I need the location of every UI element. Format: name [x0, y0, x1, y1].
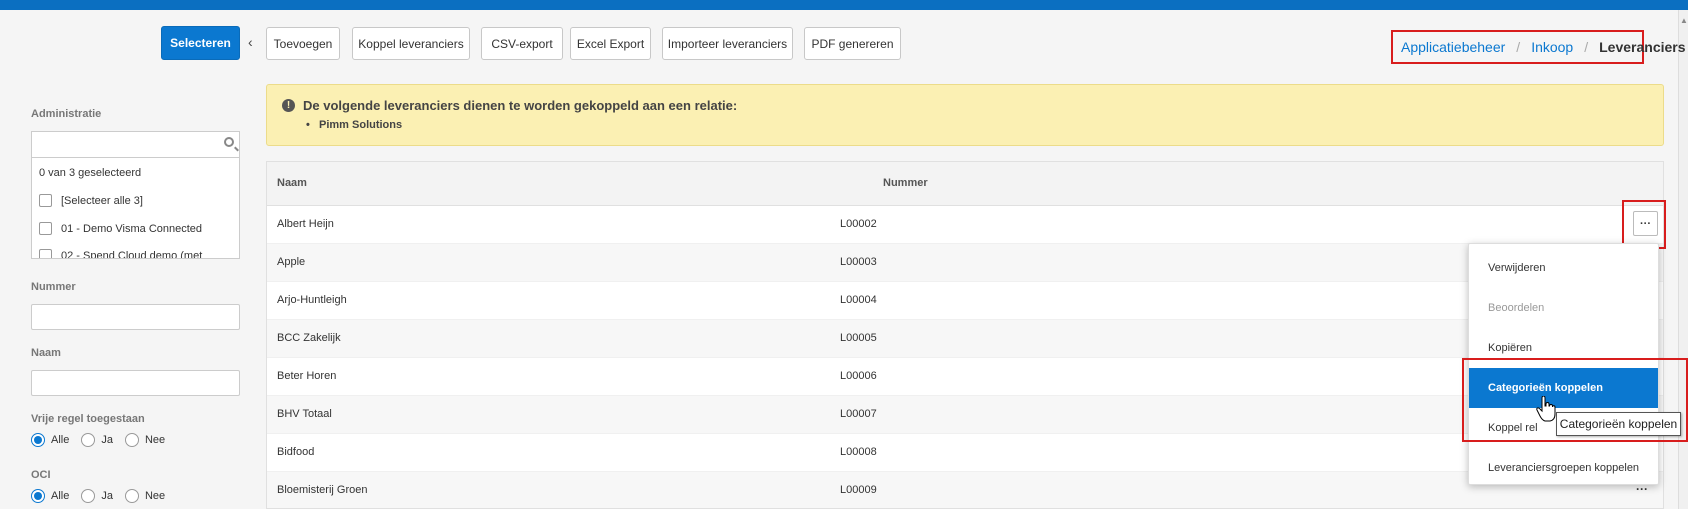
scroll-up-icon[interactable]: ▲ — [1680, 16, 1688, 25]
column-header-nummer[interactable]: Nummer — [883, 177, 928, 189]
breadcrumb: Applicatiebeheer / Inkoop / Leveranciers — [1391, 30, 1686, 64]
tooltip: Categorieën koppelen — [1556, 412, 1681, 436]
radio-button[interactable] — [81, 433, 96, 447]
table-row[interactable]: Albert Heijn L00002 — [267, 206, 1663, 244]
naam-label: Naam — [31, 347, 61, 359]
cell-naam: Bidfood — [277, 446, 315, 458]
column-header-naam[interactable]: Naam — [277, 177, 307, 189]
radio-label: Nee — [144, 434, 166, 446]
table-row[interactable]: Arjo-Huntleigh L00004 — [267, 282, 1663, 320]
pdf-generate-button[interactable]: PDF genereren — [804, 27, 901, 60]
suppliers-table: Naam Nummer Albert Heijn L00002 Apple L0000… — [266, 161, 1664, 509]
cell-naam: Apple — [277, 256, 306, 268]
alert-title: De volgende leveranciers dienen te worde… — [303, 98, 738, 113]
breadcrumb-separator: / — [1516, 39, 1521, 55]
table-row[interactable]: Bidfood L00008 — [267, 434, 1663, 472]
top-bar — [0, 0, 1688, 10]
exclamation-circle-icon: ! — [282, 99, 295, 112]
administratie-count: 0 van 3 geselecteerd — [39, 167, 142, 179]
csv-export-button[interactable]: CSV-export — [481, 27, 563, 60]
radio-ja[interactable]: Ja — [81, 489, 113, 503]
vrije-regel-label: Vrije regel toegestaan — [31, 413, 145, 425]
cell-nummer: L00003 — [840, 256, 877, 268]
checkbox[interactable] — [39, 194, 52, 207]
breadcrumb-current: Leveranciers — [1599, 39, 1686, 55]
table-row[interactable]: BHV Totaal L00007 — [267, 396, 1663, 434]
radio-label: Ja — [101, 490, 113, 502]
menu-item-review: Beoordelen — [1488, 302, 1545, 314]
alert-item: Pimm Solutions — [306, 119, 402, 131]
breadcrumb-inkoop[interactable]: Inkoop — [1531, 39, 1573, 55]
radio-nee[interactable]: Nee — [124, 489, 166, 503]
radio-label: Nee — [144, 490, 166, 502]
radio-label: Alle — [51, 434, 70, 446]
cell-nummer: L00006 — [840, 370, 877, 382]
cell-naam: Beter Horen — [277, 370, 337, 382]
cell-naam: Bloemisterij Groen — [277, 484, 368, 496]
option-select-all[interactable]: [Selecteer alle 3] — [39, 194, 143, 207]
row-actions-button[interactable]: ··· — [1633, 211, 1658, 236]
cell-nummer: L00002 — [840, 218, 877, 230]
add-button[interactable]: Toevoegen — [266, 27, 340, 60]
administratie-search-input[interactable] — [32, 132, 239, 158]
table-row[interactable]: BCC Zakelijk L00005 — [267, 320, 1663, 358]
table-header: Naam Nummer — [267, 162, 1663, 206]
option-01[interactable]: 01 - Demo Visma Connected — [39, 222, 202, 235]
oci-label: OCI — [31, 469, 51, 481]
radio-alle[interactable]: Alle — [31, 433, 69, 447]
hand-cursor-icon — [1536, 396, 1556, 422]
nummer-input[interactable] — [31, 304, 240, 330]
option-label: 01 - Demo Visma Connected — [61, 222, 203, 235]
nummer-label: Nummer — [31, 281, 76, 293]
option-label: [Selecteer alle 3] — [61, 194, 143, 207]
radio-ja[interactable]: Ja — [81, 433, 113, 447]
checkbox[interactable] — [39, 249, 52, 258]
cell-naam: BHV Totaal — [277, 408, 332, 420]
option-02[interactable]: 02 - Spend Cloud demo (met — [39, 249, 203, 259]
radio-button[interactable] — [124, 433, 139, 447]
cell-nummer: L00005 — [840, 332, 877, 344]
table-row[interactable]: Beter Horen L00006 — [267, 358, 1663, 396]
administratie-multiselect: 0 van 3 geselecteerd [Selecteer alle 3] … — [31, 131, 240, 259]
menu-item-delete[interactable]: Verwijderen — [1469, 248, 1658, 288]
checkbox[interactable] — [39, 222, 52, 235]
excel-export-button[interactable]: Excel Export — [570, 27, 651, 60]
cell-nummer: L00007 — [840, 408, 877, 420]
radio-button[interactable] — [81, 489, 96, 503]
table-body: Albert Heijn L00002 Apple L00003 Arjo-Huntle… — [267, 206, 1663, 508]
cell-nummer: L00009 — [840, 484, 877, 496]
breadcrumb-separator: / — [1584, 39, 1589, 55]
cell-naam: BCC Zakelijk — [277, 332, 341, 344]
administratie-label: Administratie — [31, 108, 102, 120]
cell-nummer: L00008 — [840, 446, 877, 458]
radio-button[interactable] — [124, 489, 139, 503]
naam-input[interactable] — [31, 370, 240, 396]
radio-button[interactable] — [31, 433, 45, 447]
vrije-regel-radio-group: Alle Ja Nee — [31, 433, 177, 447]
cell-nummer: L00004 — [840, 294, 877, 306]
table-row[interactable]: Bloemisterij Groen L00009 — [267, 472, 1663, 508]
table-row[interactable]: Apple L00003 — [267, 244, 1663, 282]
menu-item-link-supplier-groups[interactable]: Leveranciersgroepen koppelen — [1469, 448, 1658, 488]
select-button[interactable]: Selecteren — [161, 26, 240, 60]
radio-nee[interactable]: Nee — [124, 433, 166, 447]
radio-button[interactable] — [31, 489, 45, 503]
warning-alert: ! De volgende leveranciers dienen te wor… — [266, 84, 1664, 146]
import-suppliers-button[interactable]: Importeer leveranciers — [662, 27, 793, 60]
radio-label: Ja — [101, 434, 113, 446]
breadcrumb-applicatiebeheer[interactable]: Applicatiebeheer — [1401, 39, 1505, 55]
link-suppliers-button[interactable]: Koppel leveranciers — [352, 27, 470, 60]
option-label: 02 - Spend Cloud demo (met — [61, 249, 203, 259]
oci-radio-group: Alle Ja Nee — [31, 489, 177, 503]
cell-naam: Albert Heijn — [277, 218, 334, 230]
radio-alle[interactable]: Alle — [31, 489, 69, 503]
radio-label: Alle — [51, 490, 70, 502]
cell-naam: Arjo-Huntleigh — [277, 294, 347, 306]
chevron-left-icon[interactable]: ‹ — [248, 34, 253, 50]
search-icon — [224, 137, 234, 147]
